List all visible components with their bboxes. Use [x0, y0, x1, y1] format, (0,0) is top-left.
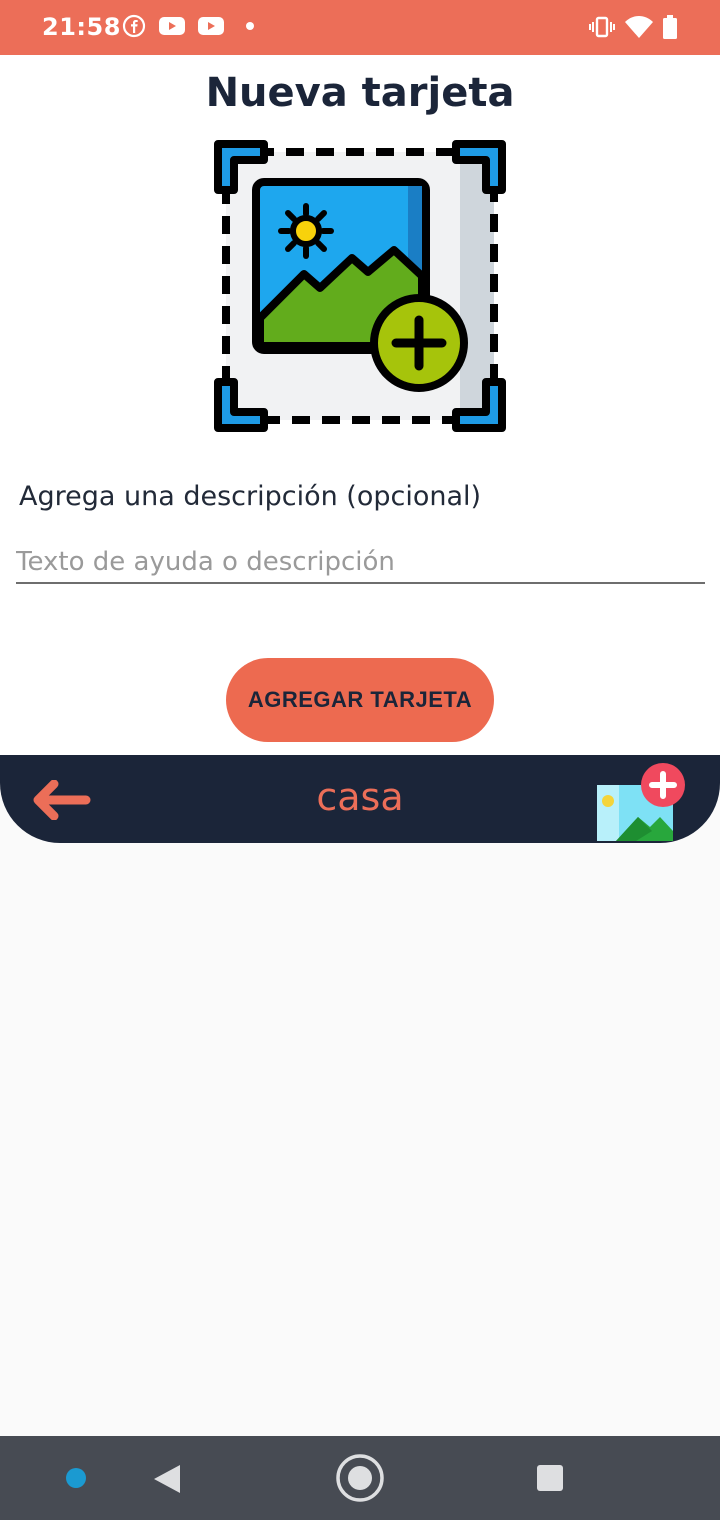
- add-card-button[interactable]: AGREGAR TARJETA: [226, 658, 494, 742]
- status-time: 21:58: [42, 13, 121, 41]
- facebook-icon: [122, 14, 146, 38]
- system-nav-bar: [0, 1436, 720, 1520]
- back-icon[interactable]: [150, 1462, 184, 1496]
- dot-icon: [246, 22, 254, 30]
- status-bar: 21:58: [0, 0, 720, 55]
- indicator-dot-icon: [66, 1468, 86, 1488]
- wifi-icon: [625, 16, 653, 38]
- youtube-icon: [198, 17, 224, 35]
- page-title: Nueva tarjeta: [205, 70, 515, 116]
- add-image-icon[interactable]: [212, 138, 508, 434]
- description-label: Agrega una descripción (opcional): [19, 481, 482, 512]
- bottom-app-bar: casa: [0, 755, 720, 843]
- home-icon[interactable]: [335, 1453, 385, 1503]
- description-input[interactable]: [16, 542, 705, 584]
- battery-icon: [663, 15, 677, 39]
- arrow-left-icon[interactable]: [32, 780, 92, 820]
- vibrate-icon: [589, 16, 615, 38]
- recents-icon[interactable]: [536, 1464, 564, 1492]
- add-picture-icon[interactable]: [594, 761, 688, 841]
- youtube-icon: [159, 17, 185, 35]
